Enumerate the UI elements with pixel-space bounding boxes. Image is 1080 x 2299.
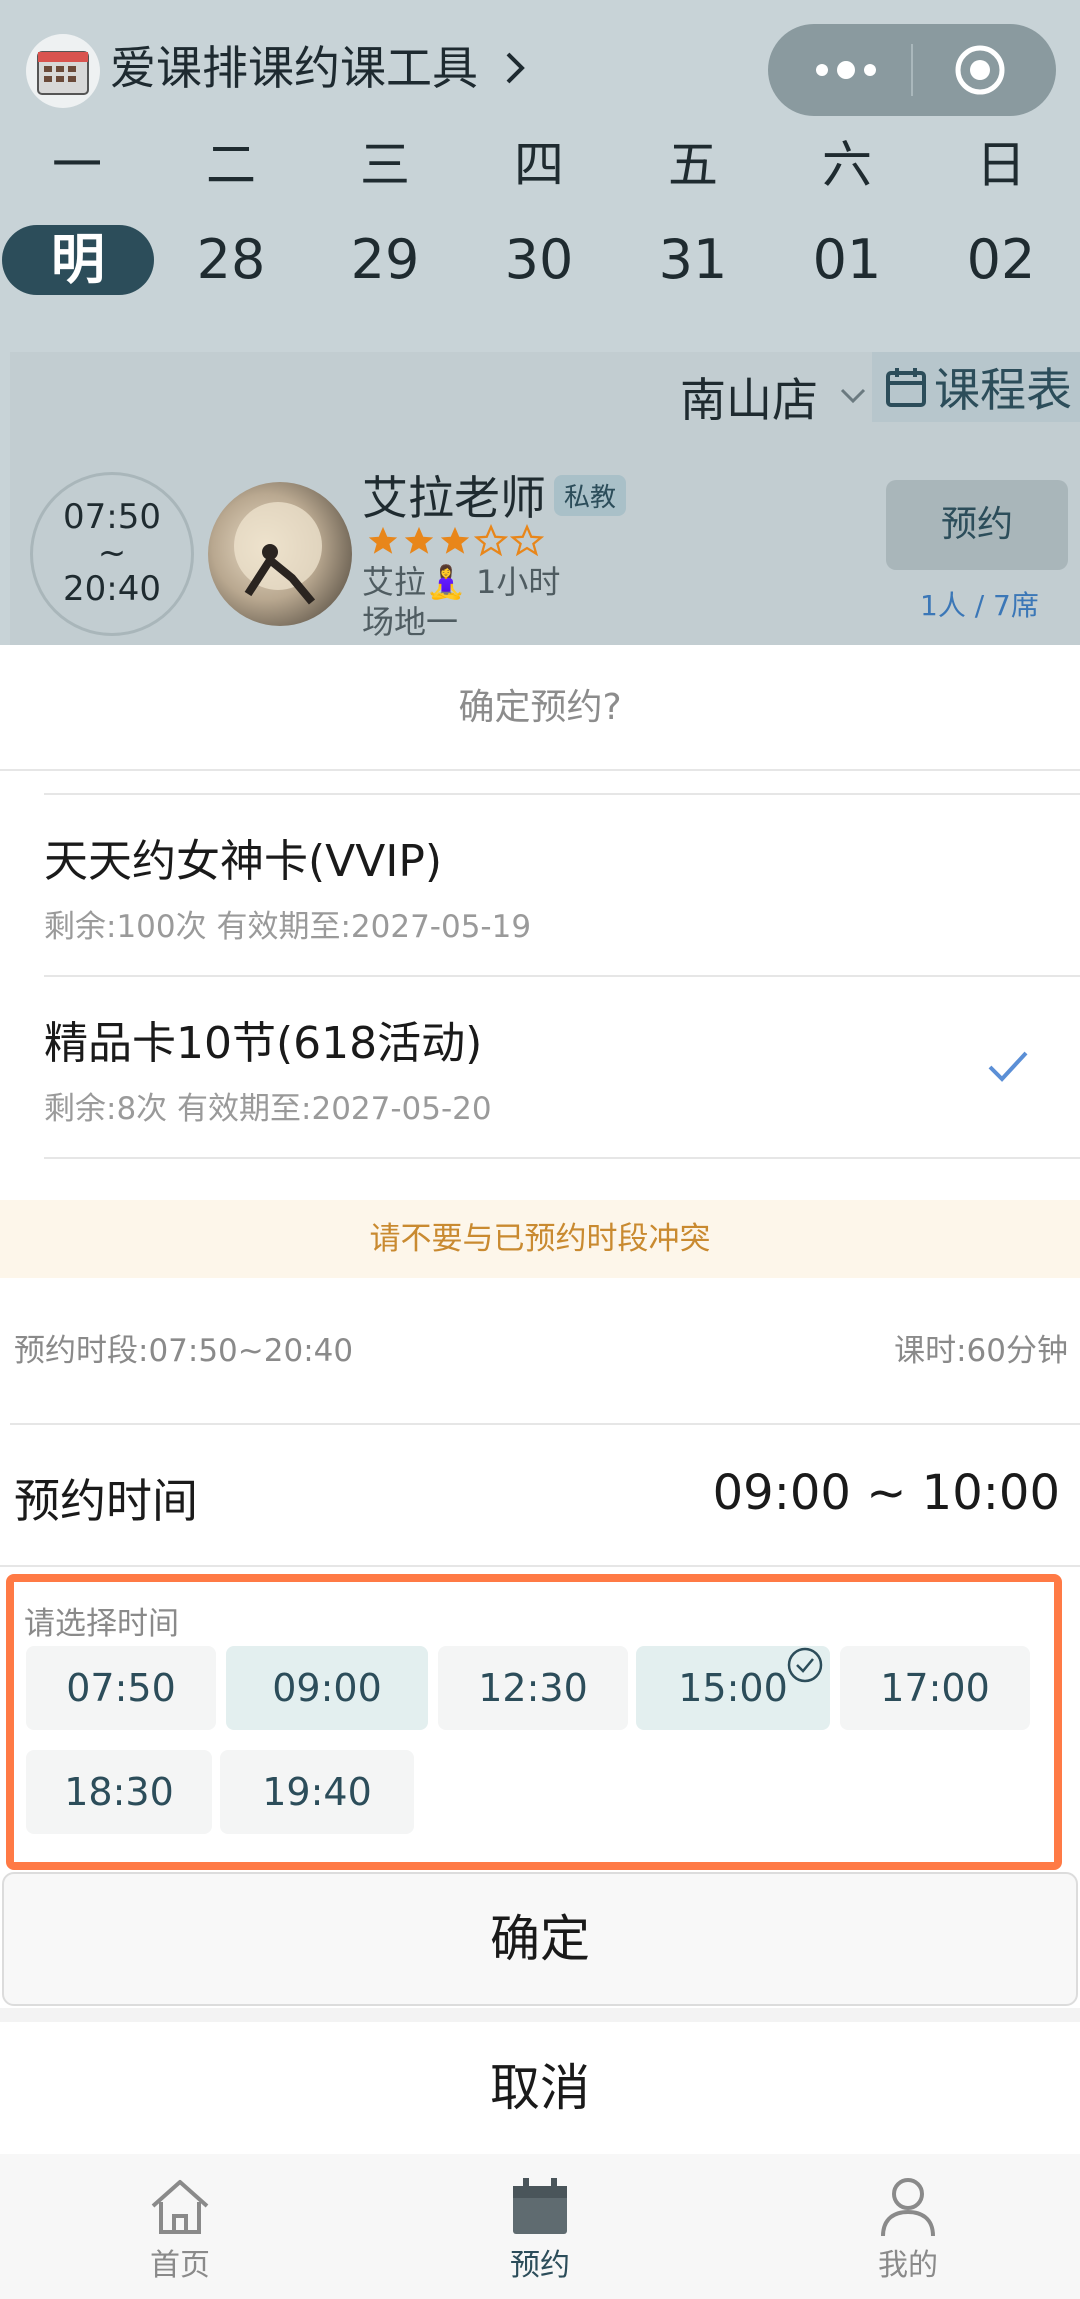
- weekday-label: 五: [668, 136, 718, 194]
- weekday-label: 四: [514, 136, 564, 194]
- time-slot-label: 15:00: [678, 1666, 788, 1710]
- divider: [0, 1565, 1080, 1567]
- course-meta: 艾拉🧘‍♀️ 1小时 场地一: [362, 562, 560, 642]
- calendar-icon: [886, 368, 926, 407]
- date-item[interactable]: 02: [924, 225, 1078, 295]
- time-slot[interactable]: 07:50: [26, 1646, 216, 1730]
- private-lesson-badge: 私教: [554, 475, 627, 516]
- date-item[interactable]: 30: [462, 225, 616, 295]
- time-slot[interactable]: 12:30: [438, 1646, 628, 1730]
- picker-hint: 请选择时间: [24, 1606, 179, 1642]
- tab-label: 首页: [150, 2248, 210, 2283]
- card-detail: 剩余:100次 有效期至:2027-05-19: [44, 909, 532, 945]
- course-time-end: 20:40: [63, 569, 161, 609]
- time-slot[interactable]: 19:40: [220, 1750, 414, 1834]
- lesson-duration: 课时:60分钟: [894, 1333, 1068, 1369]
- confirm-button[interactable]: 确定: [2, 1872, 1078, 2006]
- date-item-selected[interactable]: 明: [2, 225, 154, 295]
- conflict-warning: 请不要与已预约时段冲突: [0, 1200, 1080, 1278]
- button-separator: [0, 2008, 1080, 2022]
- course-capacity: 1人 / 7席: [920, 589, 1039, 622]
- weekday-label: 六: [822, 136, 872, 194]
- card-name: 精品卡10节(618活动): [44, 1018, 483, 1069]
- app-title[interactable]: 爱课排课约课工具: [110, 38, 478, 98]
- course-card: 07:50 ~ 20:40 艾拉老师 私教 艾拉🧘‍♀️ 1小时 场地一 预约 …: [10, 442, 1080, 645]
- star-empty-icon: [474, 524, 508, 557]
- capsule-divider: [911, 44, 913, 96]
- time-slot-picker: 请选择时间 07:50 09:00 12:30 15:00 17:00 18:3…: [6, 1574, 1062, 1870]
- date-row: 明 28 29 30 31 01 02: [0, 225, 1080, 295]
- chevron-down-icon[interactable]: [838, 384, 868, 408]
- circle-check-icon: [787, 1647, 823, 1683]
- tab-label: 我的: [878, 2248, 938, 2283]
- course-time-separator: ~: [97, 533, 127, 573]
- divider: [0, 769, 1080, 771]
- store-filter-row: 南山店 课程表: [10, 352, 1080, 442]
- more-dots-icon[interactable]: [806, 56, 886, 84]
- course-time-start: 07:50: [63, 497, 161, 537]
- booking-slot-range: 预约时段:07:50~20:40: [14, 1333, 354, 1369]
- membership-card-option-selected[interactable]: 精品卡10节(618活动) 剩余:8次 有效期至:2027-05-20: [44, 977, 1080, 1157]
- date-item[interactable]: 31: [616, 225, 770, 295]
- divider: [10, 1423, 1080, 1425]
- schedule-label: 课程表: [934, 363, 1072, 417]
- weekday-label: 三: [360, 136, 410, 194]
- teacher-rating: [366, 524, 544, 560]
- background-page: 爱课排课约课工具 一 二 三 四 五 六 日 明 28 29 30 31 01 …: [0, 0, 1080, 645]
- tab-booking[interactable]: 预约: [440, 2172, 640, 2286]
- teacher-avatar: [208, 482, 352, 626]
- chevron-right-icon[interactable]: [500, 48, 530, 88]
- star-filled-icon: [440, 526, 470, 554]
- user-icon: [881, 2178, 935, 2237]
- date-item[interactable]: 29: [308, 225, 462, 295]
- schedule-button[interactable]: 课程表: [872, 352, 1080, 422]
- book-course-button[interactable]: 预约: [886, 480, 1068, 570]
- mini-program-capsule: [768, 24, 1056, 116]
- booking-time-label: 预约时间: [14, 1474, 198, 1528]
- calendar-logo-icon: [26, 34, 100, 108]
- teacher-name: 艾拉老师: [362, 471, 546, 525]
- calendar-icon: [513, 2178, 567, 2234]
- sheet-title: 确定预约?: [458, 687, 622, 728]
- card-detail: 剩余:8次 有效期至:2027-05-20: [44, 1091, 492, 1127]
- date-item[interactable]: 28: [154, 225, 308, 295]
- time-slot-highlighted[interactable]: 09:00: [226, 1646, 428, 1730]
- course-time-circle: 07:50 ~ 20:40: [30, 472, 194, 636]
- target-close-icon[interactable]: [954, 44, 1006, 96]
- star-filled-icon: [368, 526, 398, 554]
- weekday-label: 二: [206, 136, 256, 194]
- weekday-label: 日: [976, 136, 1026, 194]
- cancel-button[interactable]: 取消: [0, 2022, 1080, 2154]
- date-item[interactable]: 01: [770, 225, 924, 295]
- tab-label: 预约: [510, 2248, 570, 2283]
- time-slot[interactable]: 18:30: [26, 1750, 212, 1834]
- membership-card-option[interactable]: 天天约女神卡(VVIP) 剩余:100次 有效期至:2027-05-19: [44, 795, 1080, 975]
- checkmark-icon: [984, 1047, 1032, 1087]
- tab-profile[interactable]: 我的: [808, 2172, 1008, 2286]
- star-filled-icon: [404, 526, 434, 554]
- weekday-row: 一 二 三 四 五 六 日: [0, 130, 1080, 200]
- time-slot-selected[interactable]: 15:00: [636, 1646, 830, 1730]
- divider: [44, 1157, 1080, 1159]
- weekday-label: 一: [52, 136, 102, 194]
- card-name: 天天约女神卡(VVIP): [44, 836, 443, 887]
- store-selector[interactable]: 南山店: [680, 364, 818, 430]
- bottom-tab-bar: 首页 预约 我的: [0, 2154, 1080, 2299]
- course-meta-duration: 艾拉🧘‍♀️ 1小时: [362, 563, 561, 601]
- home-icon: [151, 2180, 209, 2234]
- course-meta-venue: 场地一: [362, 603, 459, 641]
- star-empty-icon: [510, 524, 544, 557]
- booking-time-value: 09:00 ~ 10:00: [712, 1465, 1060, 1521]
- tab-home[interactable]: 首页: [80, 2172, 280, 2286]
- top-navigation-bar: 爱课排课约课工具: [0, 0, 1080, 140]
- time-slot[interactable]: 17:00: [840, 1646, 1030, 1730]
- booking-confirm-sheet: 确定预约? 天天约女神卡(VVIP) 剩余:100次 有效期至:2027-05-…: [0, 645, 1080, 2154]
